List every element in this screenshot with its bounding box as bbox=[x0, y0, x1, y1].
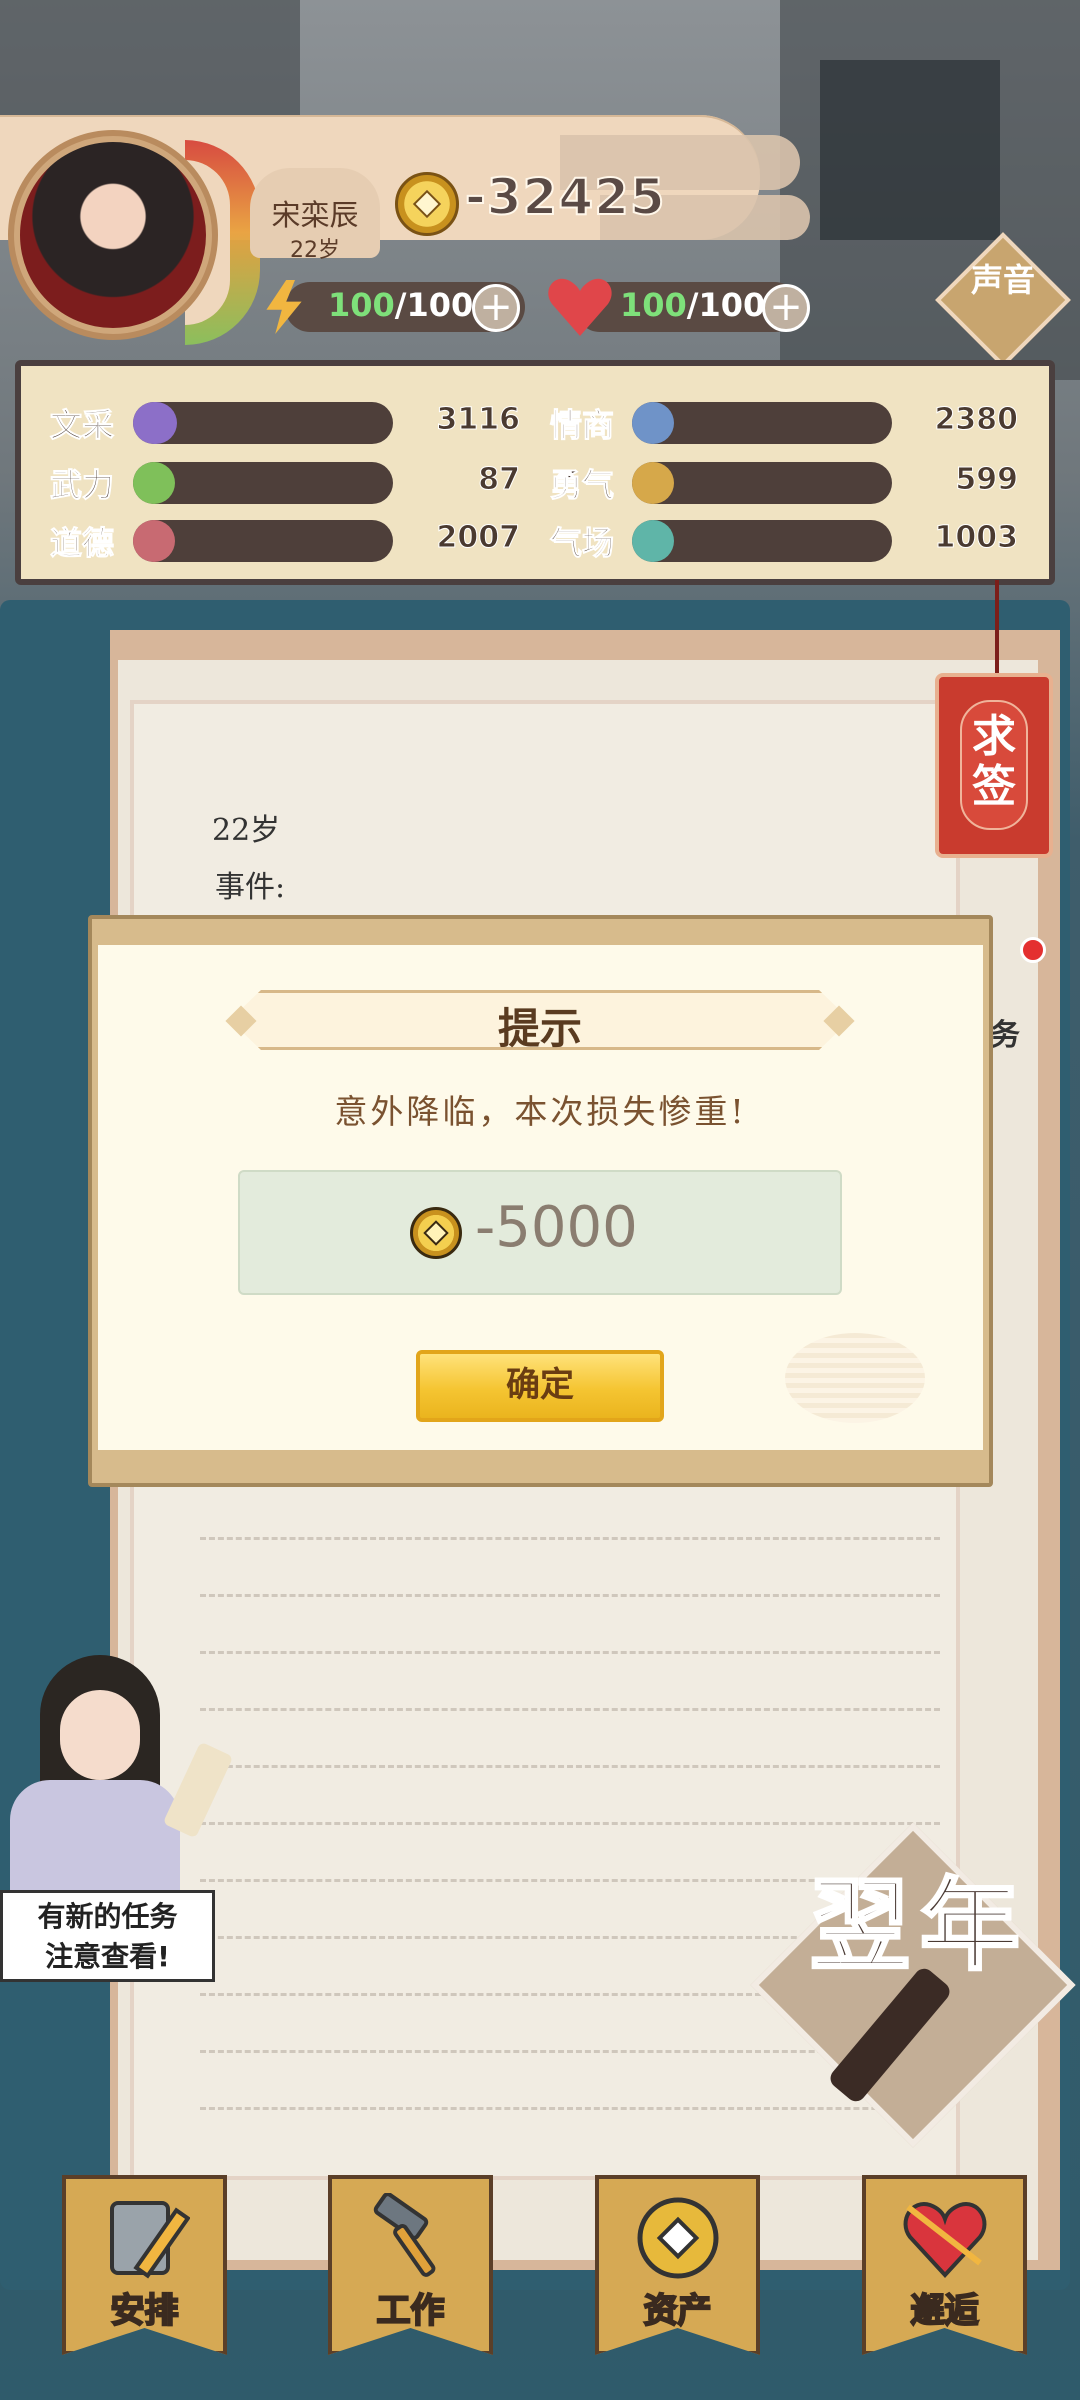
stat-value: 599 bbox=[955, 462, 1019, 498]
nav-label: 资产 bbox=[643, 2290, 713, 2332]
guide-message: 有新的任务 注意查看! bbox=[37, 1900, 178, 1973]
stat-value: 87 bbox=[478, 462, 521, 498]
notebook-rule-line bbox=[200, 1537, 940, 1540]
stat-bar-fill bbox=[632, 520, 674, 562]
notebook-rule-line bbox=[200, 1651, 940, 1654]
stat-bar-fill bbox=[632, 402, 674, 444]
add-energy-button[interactable]: + bbox=[472, 284, 520, 332]
notebook-rule-line bbox=[200, 1822, 940, 1825]
energy-value: 100/100 bbox=[328, 286, 473, 324]
stat-label: 气场 bbox=[549, 524, 615, 563]
bg-roof bbox=[0, 0, 300, 130]
stat-value: 2007 bbox=[436, 520, 521, 556]
notebook-rule-line bbox=[200, 1765, 940, 1768]
notebook-age-line: 22岁 bbox=[212, 813, 281, 848]
coin-icon bbox=[410, 1207, 462, 1259]
nav-encounter-button[interactable]: 邂逅 bbox=[862, 2175, 1027, 2355]
nav-label: 邂逅 bbox=[910, 2290, 980, 2332]
stat-bar bbox=[133, 462, 393, 504]
player-avatar[interactable] bbox=[20, 142, 206, 328]
coin-balance: -32425 bbox=[464, 167, 666, 227]
stat-label: 情商 bbox=[549, 406, 615, 445]
stat-bar-fill bbox=[632, 462, 674, 504]
stat-bar bbox=[632, 462, 892, 504]
stat-bar-fill bbox=[133, 462, 175, 504]
player-age: 22岁 bbox=[290, 238, 340, 263]
task-notification-dot bbox=[1020, 937, 1046, 963]
stat-label: 文采 bbox=[49, 406, 115, 445]
stat-value: 3116 bbox=[436, 402, 521, 438]
bg-window bbox=[820, 60, 1000, 240]
lot-tag-string bbox=[995, 580, 999, 675]
health-current: 100 bbox=[620, 286, 687, 324]
guide-character-body bbox=[10, 1780, 180, 1890]
notebook-rule-line bbox=[200, 1708, 940, 1711]
moon-cloud-deco bbox=[785, 1333, 925, 1423]
nav-assets-button[interactable]: 资产 bbox=[595, 2175, 760, 2355]
heart-arrow-icon bbox=[903, 2202, 987, 2278]
dialog-message: 意外降临，本次损失惨重! bbox=[334, 1092, 747, 1131]
stat-bar bbox=[133, 402, 393, 444]
stat-value: 1003 bbox=[934, 520, 1019, 556]
stat-bar-fill bbox=[133, 402, 177, 444]
notebook-event-line: 事件: bbox=[215, 870, 286, 905]
stat-bar bbox=[632, 520, 892, 562]
stat-bar-fill bbox=[133, 520, 175, 562]
draw-lot-label: 求签 bbox=[972, 711, 1016, 812]
stat-bar bbox=[133, 520, 393, 562]
dialog-title: 提示 bbox=[497, 1004, 582, 1053]
notebook-pencil-icon bbox=[110, 2201, 190, 2279]
coin-change-amount: -5000 bbox=[475, 1195, 638, 1260]
health-value: 100/100 bbox=[620, 286, 765, 324]
confirm-button[interactable]: 确定 bbox=[416, 1350, 664, 1422]
stat-value: 2380 bbox=[934, 402, 1019, 438]
nav-label: 工作 bbox=[376, 2290, 446, 2332]
coin-icon bbox=[637, 2197, 719, 2279]
stat-label: 武力 bbox=[49, 466, 115, 505]
notebook-rule-line bbox=[200, 2107, 940, 2110]
stat-label: 勇气 bbox=[549, 466, 615, 505]
task-tab-label: 务 bbox=[990, 1018, 1020, 1053]
nav-arrange-button[interactable]: 安排 bbox=[62, 2175, 227, 2355]
nav-work-button[interactable]: 工作 bbox=[328, 2175, 493, 2355]
nav-label: 安排 bbox=[110, 2290, 180, 2332]
stat-bar bbox=[632, 402, 892, 444]
coin-icon bbox=[395, 172, 459, 236]
stat-label: 道德 bbox=[49, 524, 115, 563]
energy-max: /100 bbox=[394, 286, 474, 324]
add-health-button[interactable]: + bbox=[762, 284, 810, 332]
notebook-rule-line bbox=[200, 1594, 940, 1597]
health-max: /100 bbox=[686, 286, 766, 324]
player-name: 宋栾辰 bbox=[271, 198, 359, 232]
sound-label: 声音 bbox=[970, 261, 1035, 299]
hammer-icon bbox=[373, 2193, 436, 2277]
guide-character-face bbox=[60, 1690, 140, 1780]
energy-current: 100 bbox=[328, 286, 395, 324]
next-year-label: 翌年 bbox=[809, 1866, 1030, 1984]
